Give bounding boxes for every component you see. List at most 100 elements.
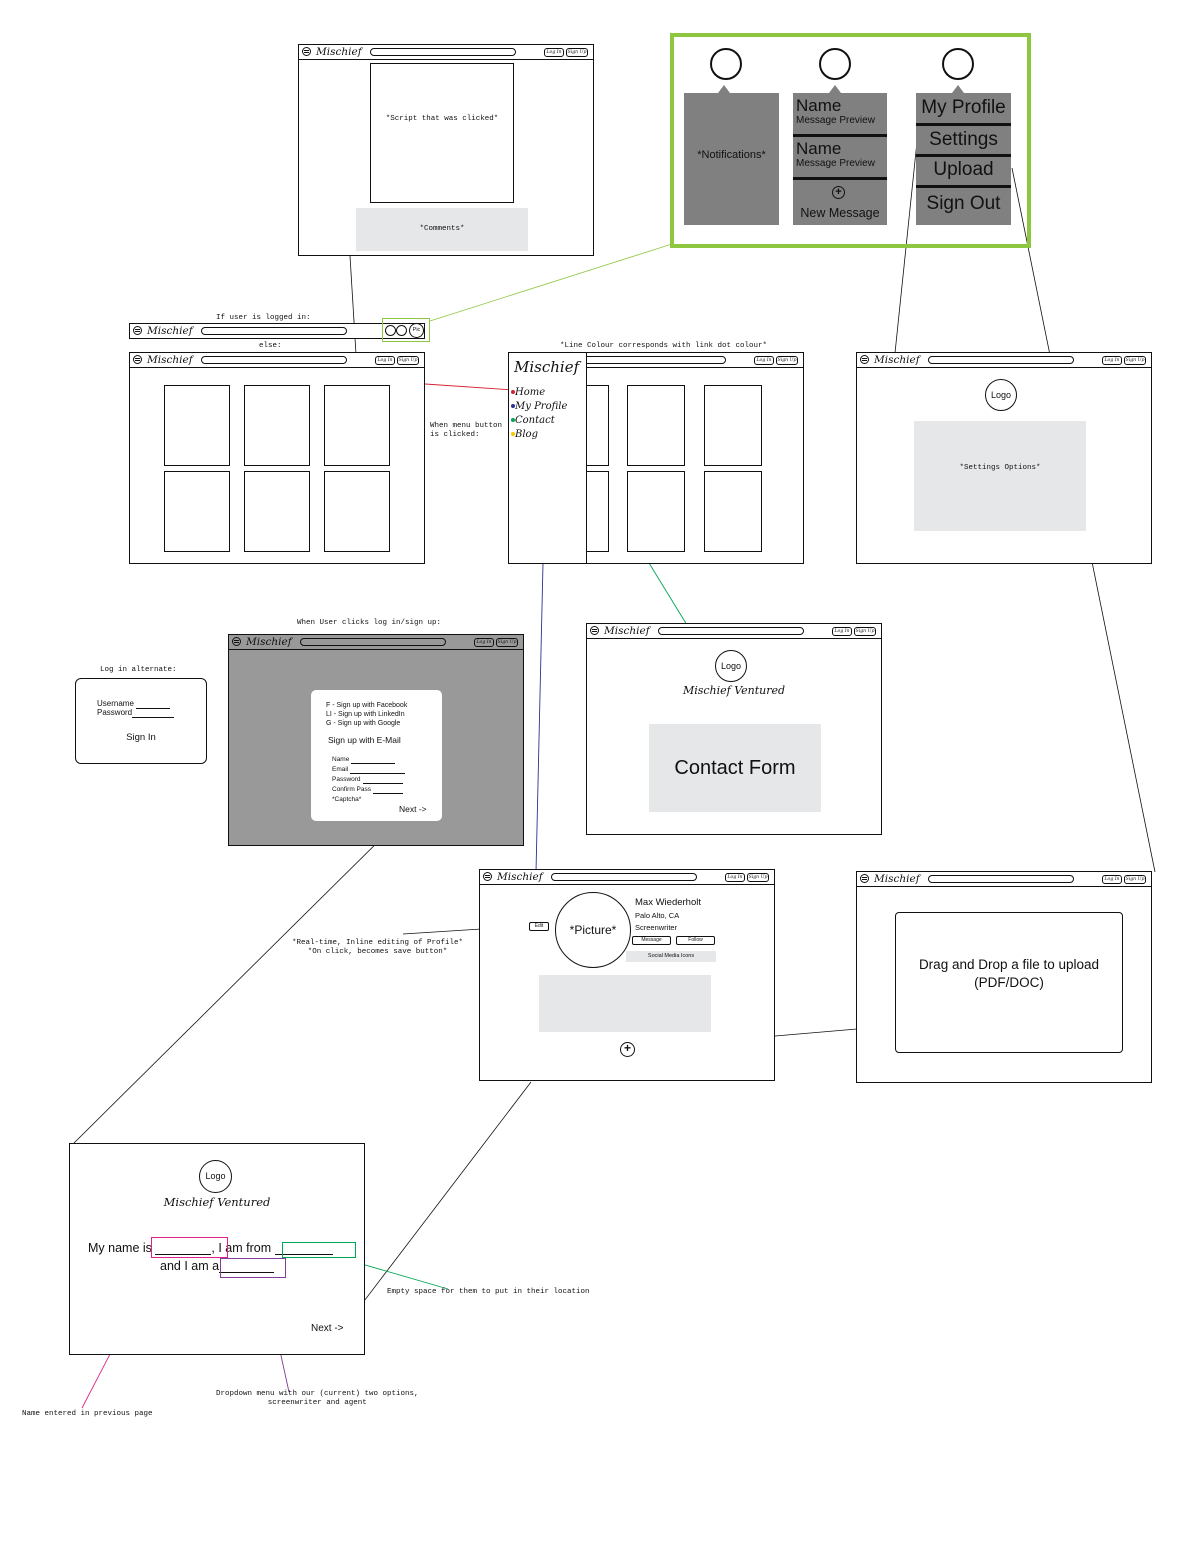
side-menu-item-contact[interactable]: Contact [511, 415, 555, 426]
menu-icon[interactable] [483, 872, 492, 881]
search-bar[interactable] [201, 327, 347, 335]
script-thumbnail[interactable] [244, 385, 310, 466]
script-thumbnail[interactable] [324, 385, 390, 466]
menu-icon[interactable] [232, 637, 241, 646]
search-bar[interactable] [201, 356, 347, 364]
contact-form[interactable]: Contact Form [649, 724, 821, 812]
contact-frame: Mischief Log In Sign Up Logo Mischief Ve… [586, 623, 882, 835]
edit-button[interactable]: Edit [529, 922, 549, 931]
messages-icon[interactable] [396, 325, 407, 336]
next-button[interactable]: Next -> [399, 804, 427, 814]
side-menu-item-home[interactable]: Home [511, 387, 545, 398]
script-thumbnail[interactable] [244, 471, 310, 552]
signup-password-field[interactable]: Password [332, 776, 403, 784]
name-previous-note: Name entered in previous page [22, 1410, 153, 1418]
signup-facebook[interactable]: F - Sign up with Facebook [326, 701, 407, 710]
upload-dropzone[interactable]: Drag and Drop a file to upload (PDF/DOC) [895, 912, 1123, 1053]
signup-button[interactable]: Sign Up [496, 638, 518, 647]
signup-email-field[interactable]: Email [332, 766, 406, 774]
search-bar[interactable] [370, 48, 516, 56]
brand-logo[interactable]: Mischief [497, 870, 543, 884]
top-bar: Mischief Log In Sign Up [130, 353, 424, 368]
brand-logo[interactable]: Mischief [604, 624, 650, 638]
signup-button[interactable]: Sign Up [397, 356, 419, 365]
new-message-link[interactable]: New Message [793, 206, 887, 220]
script-thumbnail[interactable] [704, 471, 762, 552]
brand-logo[interactable]: Mischief [147, 324, 193, 338]
login-button[interactable]: Log In [754, 356, 774, 365]
side-menu-item-my-profile[interactable]: My Profile [511, 401, 567, 412]
script-thumbnail[interactable] [324, 471, 390, 552]
script-thumbnail[interactable] [704, 385, 762, 466]
menu-icon[interactable] [590, 626, 599, 635]
signup-modal: F - Sign up with Facebook LI - Sign up w… [311, 690, 442, 821]
menu-icon[interactable] [860, 355, 869, 364]
profile-name: Max Wiederholt [635, 897, 701, 908]
profile-picture[interactable]: *Picture* [555, 892, 631, 968]
brand-logo[interactable]: Mischief [246, 635, 292, 649]
signup-button[interactable]: Sign Up [566, 48, 588, 57]
script-thumbnail[interactable] [164, 471, 230, 552]
side-menu-label: My Profile [515, 401, 568, 412]
login-button[interactable]: Log In [474, 638, 494, 647]
signup-button[interactable]: Sign Up [1124, 356, 1146, 365]
search-bar[interactable] [928, 875, 1074, 883]
brand-logo[interactable]: Mischief [874, 872, 920, 886]
signup-button[interactable]: Sign Up [776, 356, 798, 365]
search-bar[interactable] [928, 356, 1074, 364]
notifications-label: *Notifications* [697, 149, 766, 161]
search-bar[interactable] [658, 627, 804, 635]
plus-icon[interactable]: + [832, 186, 845, 199]
menu-my-profile[interactable]: My Profile [916, 96, 1011, 120]
script-thumbnail[interactable] [164, 385, 230, 466]
social-media-icons[interactable]: Social Media Icons [626, 951, 716, 962]
profile-pic-icon[interactable]: Pic [409, 323, 424, 338]
signup-google[interactable]: G - Sign up with Google [326, 719, 400, 728]
sign-in-button[interactable]: Sign In [76, 732, 206, 743]
menu-upload[interactable]: Upload [916, 158, 1011, 182]
signup-linkedin[interactable]: LI - Sign up with LinkedIn [326, 710, 405, 719]
message-name: Name [796, 139, 842, 158]
message-item[interactable]: Name Message Preview [796, 139, 875, 169]
profile-pic-icon[interactable] [942, 48, 974, 80]
message-button[interactable]: Message [632, 936, 671, 945]
menu-icon[interactable] [302, 47, 311, 56]
menu-icon[interactable] [133, 355, 142, 364]
signup-confirm-field[interactable]: Confirm Pass [332, 786, 404, 794]
next-button[interactable]: Next -> [311, 1323, 344, 1334]
signup-button[interactable]: Sign Up [1124, 875, 1146, 884]
message-item[interactable]: Name Message Preview [796, 96, 875, 126]
signup-name-field[interactable]: Name [332, 756, 396, 764]
add-icon[interactable]: + [620, 1042, 635, 1057]
menu-sign-out[interactable]: Sign Out [916, 192, 1011, 216]
messages-icon[interactable] [819, 48, 851, 80]
brand-logo[interactable]: Mischief [316, 45, 362, 59]
signup-email-title: Sign up with E-Mail [328, 735, 401, 745]
onboarding-title: Mischief Ventured [163, 1195, 271, 1209]
side-menu-item-blog[interactable]: Blog [511, 429, 538, 440]
notifications-icon[interactable] [385, 325, 396, 336]
login-button[interactable]: Log In [1102, 356, 1122, 365]
login-button[interactable]: Log In [725, 873, 745, 882]
login-button[interactable]: Log In [1102, 875, 1122, 884]
picture-label: *Picture* [569, 923, 617, 937]
password-field[interactable]: Password [97, 708, 175, 718]
follow-button[interactable]: Follow [676, 936, 715, 945]
signup-button[interactable]: Sign Up [747, 873, 769, 882]
brand-logo[interactable]: Mischief [874, 353, 920, 367]
captcha[interactable]: *Captcha* [332, 796, 361, 804]
login-button[interactable]: Log In [375, 356, 395, 365]
signup-button[interactable]: Sign Up [854, 627, 876, 636]
script-thumbnail[interactable] [627, 471, 685, 552]
notifications-icon[interactable] [710, 48, 742, 80]
search-bar[interactable] [551, 873, 697, 881]
search-bar[interactable] [300, 638, 446, 646]
login-button[interactable]: Log In [832, 627, 852, 636]
search-bar[interactable] [580, 356, 726, 364]
menu-icon[interactable] [860, 874, 869, 883]
script-thumbnail[interactable] [627, 385, 685, 466]
menu-settings[interactable]: Settings [916, 128, 1011, 152]
menu-icon[interactable] [133, 326, 142, 335]
login-button[interactable]: Log In [544, 48, 564, 57]
brand-logo[interactable]: Mischief [147, 353, 193, 367]
